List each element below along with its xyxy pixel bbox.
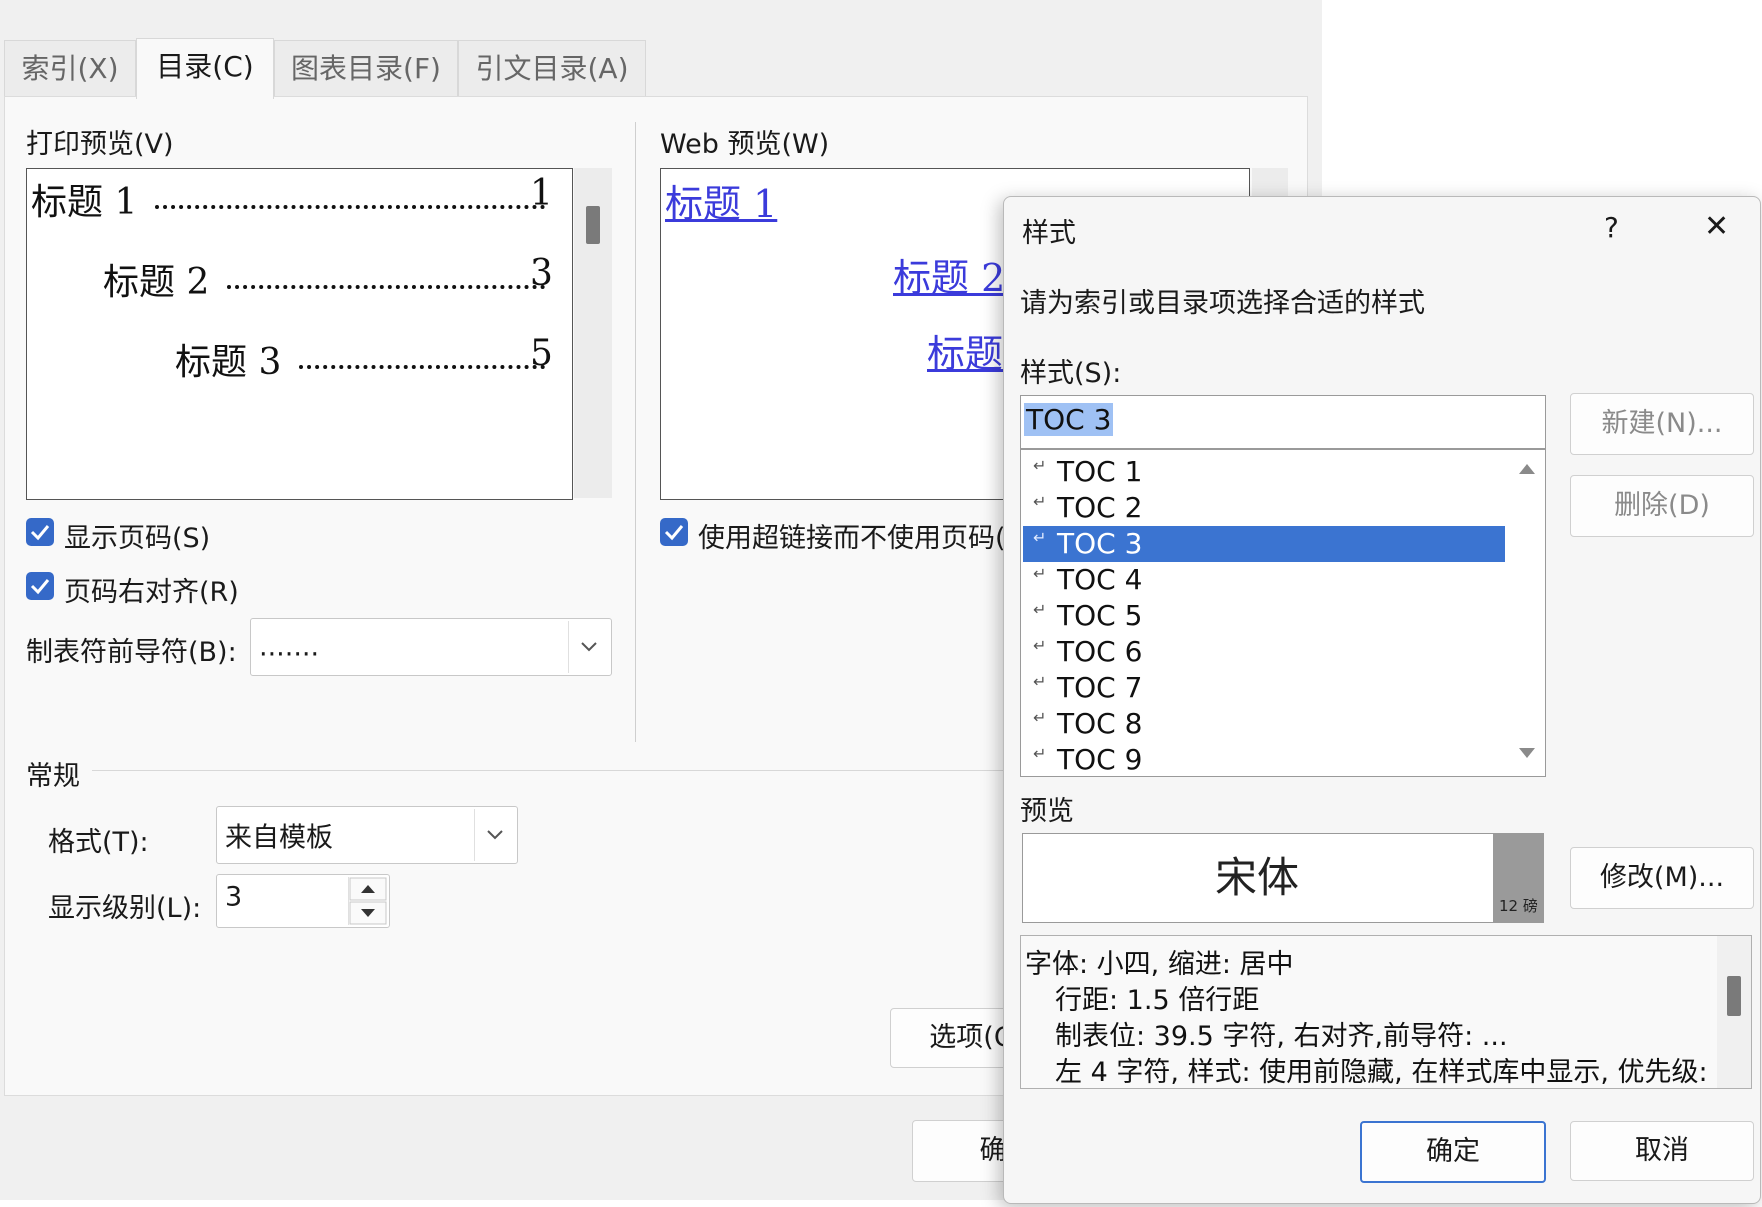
general-section-label: 常规	[26, 761, 80, 792]
list-item[interactable]: ↵ TOC 5	[1023, 598, 1505, 634]
right-align-checkbox[interactable]	[26, 572, 54, 600]
tab-leader-select[interactable]: .......	[250, 618, 612, 676]
paragraph-mark-icon: ↵	[1033, 456, 1047, 475]
list-item[interactable]: ↵ TOC 4	[1023, 562, 1505, 598]
web-link-1[interactable]: 标题 1	[665, 173, 777, 228]
style-name-value[interactable]: TOC 3	[1024, 403, 1114, 436]
toc-entry-3-page: 5	[530, 333, 553, 374]
tab-leader-label: 制表符前导符(B):	[26, 637, 237, 668]
chevron-down-icon[interactable]	[474, 809, 515, 861]
ok-button[interactable]: 确定	[1360, 1121, 1546, 1183]
styles-listbox[interactable]: ↵ TOC 1 ↵ TOC 2 ↵ TOC 3 ↵ TOC 4 ↵ TOC 5 ↵ TOC …	[1020, 449, 1546, 777]
tab-leader-value: .......	[259, 631, 320, 663]
paragraph-mark-icon: ↵	[1033, 564, 1047, 583]
style-description-box: 字体: 小四, 缩进: 居中 行距: 1.5 倍行距 制表位: 39.5 字符,…	[1020, 935, 1752, 1089]
list-item[interactable]: ↵ TOC 2	[1023, 490, 1505, 526]
modify-style-button[interactable]: 修改(M)...	[1570, 847, 1754, 909]
scrollbar-thumb[interactable]	[1727, 976, 1741, 1016]
style-name-input[interactable]: TOC 3	[1020, 395, 1546, 449]
description-line: 行距: 1.5 倍行距	[1055, 985, 1260, 1016]
toc-entry-2-leader	[227, 285, 545, 289]
dialog-title: 样式	[1022, 218, 1076, 249]
format-label: 格式(T):	[48, 827, 149, 858]
paragraph-mark-icon: ↵	[1033, 492, 1047, 511]
list-item[interactable]: ↵ TOC 8	[1023, 706, 1505, 742]
paragraph-mark-icon: ↵	[1033, 600, 1047, 619]
help-icon[interactable]: ?	[1604, 211, 1619, 244]
toc-entry-3-leader	[299, 365, 545, 369]
cancel-button[interactable]: 取消	[1570, 1121, 1754, 1181]
style-dialog: 样式 ? ✕ 请为索引或目录项选择合适的样式 样式(S): TOC 3 新建(N…	[1003, 196, 1761, 1204]
use-hyperlinks-label[interactable]: 使用超链接而不使用页码(	[698, 516, 1006, 555]
right-align-label[interactable]: 页码右对齐(R)	[64, 570, 239, 609]
check-icon	[30, 579, 50, 595]
paragraph-mark-icon: ↵	[1033, 528, 1047, 547]
web-link-2[interactable]: 标题 2	[893, 247, 1005, 302]
description-line: 左 4 字符, 样式: 使用前隐藏, 在样式库中显示, 优先级:	[1055, 1057, 1708, 1088]
toc-entry-1-page: 1	[530, 173, 553, 214]
web-preview-label: Web 预览(W)	[660, 129, 830, 160]
instruction-text: 请为索引或目录项选择合适的样式	[1020, 288, 1425, 319]
toc-entry-2-page: 3	[530, 253, 553, 294]
paragraph-mark-icon: ↵	[1033, 672, 1047, 691]
list-item[interactable]: ↵ TOC 6	[1023, 634, 1505, 670]
check-icon	[30, 525, 50, 541]
print-preview-scrollbar[interactable]	[574, 168, 612, 498]
list-item-selected[interactable]: ↵ TOC 3	[1023, 526, 1505, 562]
description-line: 制表位: 39.5 字符, 右对齐,前导符: ...	[1055, 1021, 1508, 1052]
tab-citations[interactable]: 引文目录(A)	[458, 40, 646, 97]
description-line: 字体: 小四, 缩进: 居中	[1025, 949, 1294, 980]
chevron-down-icon[interactable]	[568, 621, 609, 673]
show-page-numbers-checkbox[interactable]	[26, 518, 54, 546]
toc-entry-1-text: 标题 1	[31, 182, 138, 223]
show-page-numbers-label[interactable]: 显示页码(S)	[64, 516, 210, 555]
toc-entry-2-text: 标题 2	[103, 262, 210, 303]
tab-index[interactable]: 索引(X)	[4, 40, 136, 97]
tab-figures[interactable]: 图表目录(F)	[274, 40, 458, 97]
column-divider	[635, 122, 636, 742]
toc-entry-3-text: 标题 3	[175, 342, 282, 383]
use-hyperlinks-checkbox[interactable]	[660, 518, 688, 546]
paragraph-mark-icon: ↵	[1033, 708, 1047, 727]
scroll-up-icon[interactable]	[1517, 462, 1537, 476]
format-value: 来自模板	[225, 822, 333, 854]
levels-label: 显示级别(L):	[48, 893, 202, 924]
list-item[interactable]: ↵ TOC 7	[1023, 670, 1505, 706]
new-style-button[interactable]: 新建(N)...	[1570, 393, 1754, 455]
close-icon[interactable]: ✕	[1704, 209, 1729, 244]
list-item[interactable]: ↵ TOC 1	[1023, 454, 1505, 490]
scrollbar-thumb[interactable]	[586, 206, 600, 244]
levels-value[interactable]: 3	[225, 882, 242, 913]
delete-style-button[interactable]: 删除(D)	[1570, 475, 1754, 537]
format-select[interactable]: 来自模板	[216, 806, 518, 864]
spinner-arrows[interactable]	[348, 877, 387, 925]
preview-size-text: 12 磅	[1499, 897, 1538, 915]
paragraph-mark-icon: ↵	[1033, 636, 1047, 655]
style-label: 样式(S):	[1020, 358, 1122, 389]
print-preview-box: 标题 1 1 标题 2 3 标题 3 5	[26, 168, 573, 500]
web-link-3[interactable]: 标题	[927, 323, 1003, 378]
paragraph-mark-icon: ↵	[1033, 744, 1047, 763]
preview-label: 预览	[1020, 796, 1074, 827]
font-preview-box: 宋体 12 磅	[1022, 833, 1544, 923]
scroll-down-icon[interactable]	[1517, 746, 1537, 760]
toc-entry-1-leader	[155, 205, 545, 209]
preview-font-sample: 宋体	[1214, 853, 1299, 902]
print-preview-label: 打印预览(V)	[26, 129, 174, 160]
list-item[interactable]: ↵ TOC 9	[1023, 742, 1505, 778]
preview-size-strip: 12 磅	[1493, 834, 1543, 922]
description-scrollbar[interactable]	[1717, 936, 1751, 1088]
check-icon	[664, 525, 684, 541]
tab-toc[interactable]: 目录(C)	[136, 38, 274, 99]
levels-spinner[interactable]: 3	[216, 874, 390, 928]
